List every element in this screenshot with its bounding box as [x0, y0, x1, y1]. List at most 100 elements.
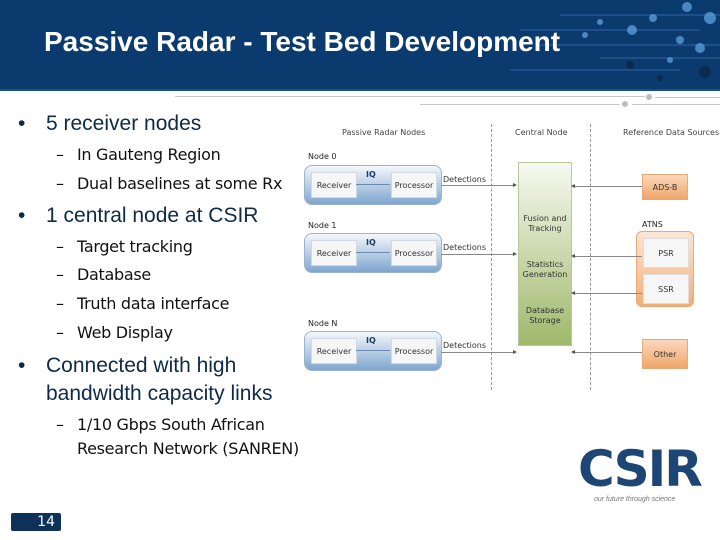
bullet-marker: •: [18, 204, 26, 227]
psr-source: PSR: [643, 238, 689, 268]
fusion-line1: Fusion and: [523, 214, 567, 223]
logo-wordmark: CSIR: [578, 440, 703, 498]
detections-arrow: [441, 254, 513, 255]
dash-marker: –: [56, 265, 64, 284]
decorative-line: [420, 104, 620, 105]
bullet-item: • Connected with high: [18, 354, 236, 378]
sub-bullet-text: Dual baselines at some Rx: [77, 174, 283, 193]
processor-box: Processor: [391, 338, 437, 364]
detections-arrow: [441, 352, 513, 353]
ssr-source: SSR: [643, 274, 689, 304]
column-divider: [491, 124, 492, 390]
arrowhead: [513, 183, 517, 187]
sub-bullet-item: – Dual baselines at some Rx: [56, 174, 282, 193]
receiver-box: Receiver: [311, 172, 357, 198]
arrowhead: [571, 254, 575, 258]
iq-label: IQ: [366, 170, 376, 179]
sub-bullet-text: In Gauteng Region: [77, 145, 221, 164]
arrowhead: [571, 350, 575, 354]
atns-label: ATNS: [642, 220, 663, 229]
adsb-source: ADS-B: [642, 174, 688, 200]
fusion-tracking-label: Fusion and Tracking: [519, 214, 571, 234]
radar-node-n: Receiver IQ Processor: [304, 331, 442, 371]
atns-group: PSR SSR: [636, 231, 694, 307]
page-number: 14: [11, 513, 61, 531]
other-source: Other: [642, 339, 688, 369]
bullet-marker: •: [18, 112, 26, 135]
fusion-line2: Tracking: [528, 224, 562, 233]
bullet-text: 5 receiver nodes: [46, 112, 202, 135]
adsb-arrow: [575, 186, 642, 187]
iq-label: IQ: [366, 336, 376, 345]
dash-marker: –: [56, 237, 64, 256]
bullet-text: bandwidth capacity links: [46, 382, 273, 405]
sub-bullet-text: Research Network (SANREN): [77, 439, 299, 458]
sub-bullet-item: – In Gauteng Region: [56, 145, 221, 164]
sub-bullet-text: Target tracking: [77, 237, 193, 256]
dash-marker: –: [56, 145, 64, 164]
architecture-diagram: Passive Radar Nodes Central Node Referen…: [300, 120, 720, 390]
arrowhead: [571, 291, 575, 295]
receiver-box: Receiver: [311, 240, 357, 266]
dash-marker: –: [56, 174, 64, 193]
sub-bullet-continuation: Research Network (SANREN): [77, 439, 299, 458]
dash-marker: –: [56, 294, 64, 313]
detections-label: Detections: [443, 175, 487, 184]
node-label: Node 1: [308, 221, 337, 230]
sub-bullet-text: Web Display: [77, 323, 173, 342]
radar-node-1: Receiver IQ Processor: [304, 233, 442, 273]
iq-arrow: [356, 350, 390, 351]
processor-box: Processor: [391, 172, 437, 198]
receiver-box: Receiver: [311, 338, 357, 364]
bullet-item: • 1 central node at CSIR: [18, 204, 258, 228]
bullet-item: • 5 receiver nodes: [18, 112, 201, 136]
db-line1: Database: [525, 306, 565, 315]
statistics-label: Statistics Generation: [519, 260, 571, 280]
sub-bullet-text: Database: [77, 265, 151, 284]
decorative-line: [655, 97, 720, 98]
sub-bullet-item: – Truth data interface: [56, 294, 229, 313]
ssr-arrow: [575, 293, 642, 294]
dash-marker: –: [56, 415, 64, 434]
detections-label: Detections: [443, 243, 487, 252]
column-header-reference: Reference Data Sources: [623, 128, 720, 137]
sub-bullet-text: Truth data interface: [77, 294, 230, 313]
sub-bullet-text: 1/10 Gbps South African: [77, 415, 265, 434]
decorative-dot: [622, 101, 628, 107]
csir-logo: CSIR our future through science: [576, 440, 703, 510]
sub-bullet-item: – Database: [56, 265, 151, 284]
column-header-nodes: Passive Radar Nodes: [342, 128, 426, 137]
iq-arrow: [356, 252, 390, 253]
detections-label: Detections: [443, 341, 487, 350]
bullet-text: 1 central node at CSIR: [46, 204, 259, 227]
column-header-central: Central Node: [515, 128, 568, 137]
detections-arrow: [441, 185, 513, 186]
bullet-text: Connected with high: [46, 354, 237, 377]
psr-arrow: [575, 256, 642, 257]
logo-tagline: our future through science: [594, 496, 676, 503]
decorative-line: [632, 104, 720, 105]
other-arrow: [575, 352, 642, 353]
bullet-list: • 5 receiver nodes – In Gauteng Region – Du…: [0, 0, 330, 540]
db-line2: Storage: [529, 316, 561, 325]
dash-marker: –: [56, 323, 64, 342]
sub-bullet-item: – Target tracking: [56, 237, 193, 256]
node-label: Node 0: [308, 152, 337, 161]
stats-line1: Statistics: [526, 260, 564, 269]
processor-box: Processor: [391, 240, 437, 266]
node-label: Node N: [308, 319, 338, 328]
column-divider: [590, 124, 591, 390]
sub-bullet-item: – Web Display: [56, 323, 173, 342]
central-node: Fusion and Tracking Statistics Generation …: [518, 162, 572, 346]
iq-arrow: [356, 184, 390, 185]
iq-label: IQ: [366, 238, 376, 247]
arrowhead: [513, 252, 517, 256]
database-label: Database Storage: [519, 306, 571, 326]
bullet-marker: •: [18, 354, 26, 377]
arrowhead: [571, 184, 575, 188]
sub-bullet-item: –1/10 Gbps South African: [56, 415, 265, 434]
radar-node-0: Receiver IQ Processor: [304, 165, 442, 205]
stats-line2: Generation: [522, 270, 568, 279]
decorative-dot: [646, 94, 652, 100]
arrowhead: [513, 350, 517, 354]
